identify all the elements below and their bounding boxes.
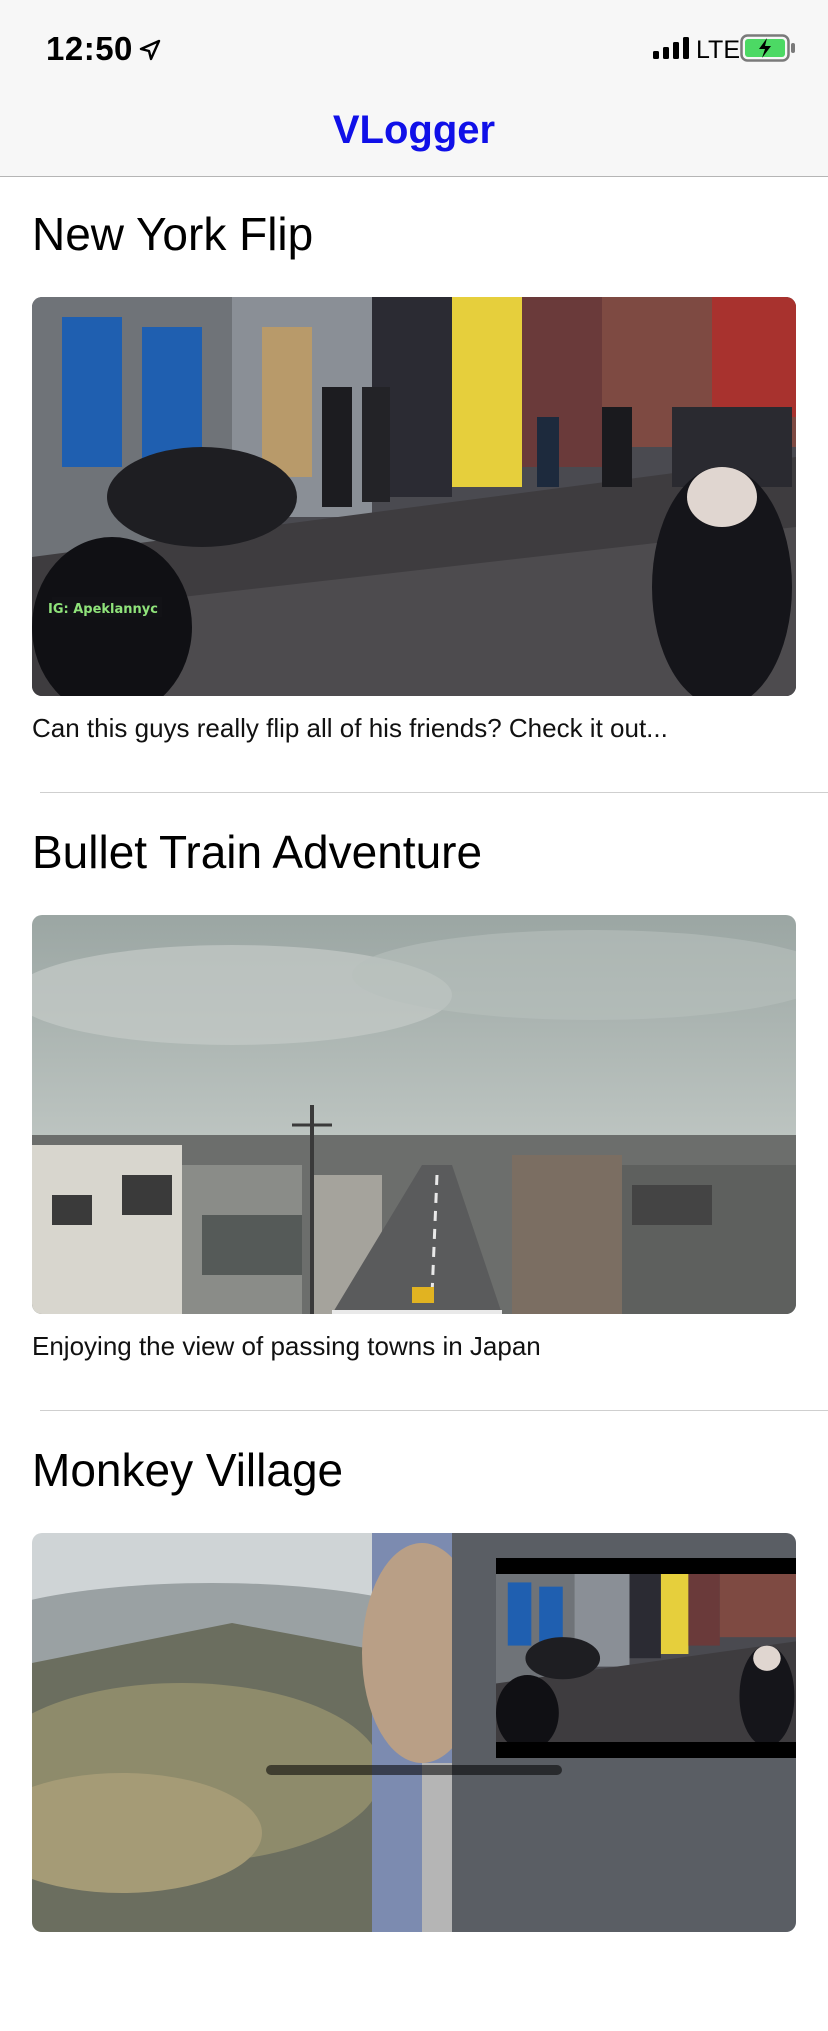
street-scene-thumbnail-image: IG: Apeklannyc xyxy=(32,297,796,696)
video-title: New York Flip xyxy=(32,208,314,260)
status-bar: 12:50 LTE xyxy=(0,0,828,96)
navigation-bar: VLogger xyxy=(0,96,828,177)
video-description: Enjoying the view of passing towns in Ja… xyxy=(32,1331,541,1361)
card-separator xyxy=(40,792,828,793)
app-title: VLogger xyxy=(332,108,496,152)
japan-town-thumbnail-image xyxy=(32,915,796,1314)
video-thumbnail[interactable] xyxy=(32,915,796,1314)
status-time: 12:50 xyxy=(46,30,133,67)
video-description: Can this guys really flip all of his fri… xyxy=(32,713,668,743)
signal-bars-icon xyxy=(653,37,689,59)
network-type: LTE xyxy=(696,36,740,64)
video-title: Monkey Village xyxy=(32,1444,344,1496)
battery-charging-icon xyxy=(740,34,795,62)
video-card-new-york-flip[interactable]: New York Flip IG: Apeklannyc Can this gu… xyxy=(0,177,828,795)
pip-video-frame-image xyxy=(496,1574,796,1742)
location-arrow-icon xyxy=(139,39,161,61)
video-title: Bullet Train Adventure xyxy=(32,826,483,878)
home-indicator[interactable] xyxy=(266,1765,562,1775)
video-card-bullet-train-adventure[interactable]: Bullet Train Adventure Enjoying the view… xyxy=(0,795,828,1413)
video-thumbnail[interactable]: IG: Apeklannyc xyxy=(32,297,796,696)
picture-in-picture-player[interactable] xyxy=(496,1558,796,1758)
svg-text:IG: Apeklannyc: IG: Apeklannyc xyxy=(48,602,158,617)
card-separator xyxy=(40,1410,828,1411)
